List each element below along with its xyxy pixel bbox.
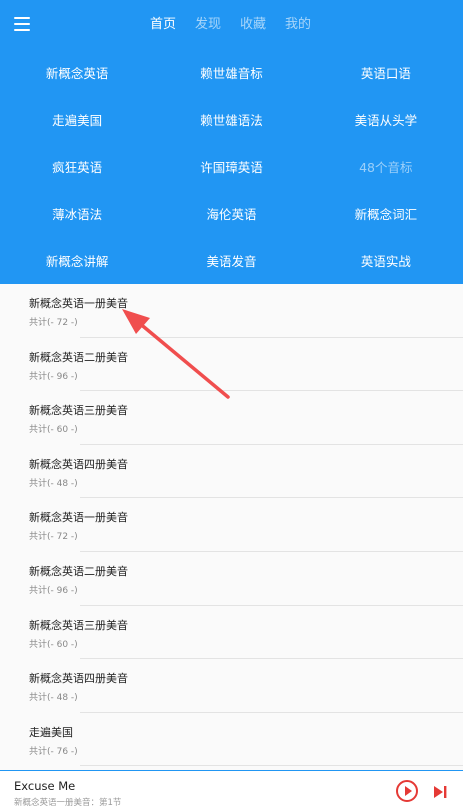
skip-next-icon [434,786,447,798]
category-item[interactable]: 赖世雄语法 [154,110,308,129]
list-item-title: 新概念英语四册美音 [29,457,128,471]
category-row: 疯狂英语 许国璋英语 48个音标 [0,143,463,190]
category-item[interactable]: 美语从头学 [309,110,463,129]
category-item[interactable]: 赖世雄音标 [154,63,308,82]
top-tabs: 首页 发现 收藏 我的 [150,16,330,36]
category-row: 新概念讲解 美语发音 英语实战 [0,237,463,284]
top-header: 首页 发现 收藏 我的 新概念英语 赖世雄音标 英语口语 走遍美国 赖世雄语法 … [0,0,463,284]
hamburger-menu-icon[interactable] [14,17,30,31]
category-item[interactable]: 新概念词汇 [309,204,463,223]
play-button[interactable] [396,780,418,802]
divider [80,765,463,767]
list-item-title: 新概念英语一册美音 [29,297,128,310]
list-item-count: 共计(- 96 -) [29,371,78,382]
player-track-title: Excuse Me [14,779,76,793]
category-item[interactable]: 许国璋英语 [154,157,308,176]
category-grid: 新概念英语 赖世雄音标 英语口语 走遍美国 赖世雄语法 美语从头学 疯狂英语 许… [0,49,463,284]
list-item-count: 共计(- 60 -) [29,425,78,436]
category-item[interactable]: 疯狂英语 [0,157,154,176]
tab-discover[interactable]: 发现 [195,16,221,36]
list-item[interactable]: 新概念英语三册美音 共计(- 60 -) [0,391,463,445]
tab-home[interactable]: 首页 [150,16,176,36]
next-button[interactable] [433,784,447,798]
category-item[interactable]: 英语口语 [309,63,463,82]
list-item[interactable]: 新概念英语四册美音 共计(- 48 -) [0,659,463,713]
list-item-count: 共计(- 76 -) [29,746,78,757]
category-item[interactable]: 薄冰语法 [0,204,154,223]
category-item[interactable]: 48个音标 [309,157,463,176]
list-item-title: 新概念英语二册美音 [29,564,128,578]
list-item[interactable]: 新概念英语三册美音 共计(- 60 -) [0,606,463,660]
list-item-count: 共计(- 48 -) [29,693,78,704]
list-item-count: 共计(- 48 -) [29,478,78,489]
list-item[interactable]: 新概念英语二册美音 共计(- 96 -) [0,338,463,392]
list-item-title: 新概念英语二册美音 [29,350,128,364]
list-item[interactable]: 走遍美国 共计(- 76 -) [0,713,463,767]
list-item-title: 走遍美国 [29,725,73,739]
player-track-subtitle: 新概念英语一册美音：第1节 [14,798,122,808]
tab-favorites[interactable]: 收藏 [240,16,266,36]
list-item[interactable]: 新概念英语二册美音 共计(- 96 -) [0,552,463,606]
list-item-count: 共计(- 72 -) [29,318,78,328]
mini-player[interactable]: Excuse Me 新概念英语一册美音：第1节 [0,770,463,810]
category-item[interactable]: 海伦英语 [154,204,308,223]
list-item[interactable]: 新概念英语一册美音 共计(- 72 -) [0,498,463,552]
course-list: 新概念英语一册美音 共计(- 72 -) 新概念英语二册美音 共计(- 96 -… [0,284,463,770]
list-item-title: 新概念英语三册美音 [29,404,128,418]
category-item[interactable]: 走遍美国 [0,110,154,129]
list-item-title: 新概念英语三册美音 [29,618,128,632]
category-item[interactable]: 美语发音 [154,251,308,270]
category-item[interactable]: 新概念英语 [0,63,154,82]
play-icon [405,786,412,796]
list-item-title: 新概念英语四册美音 [29,672,128,686]
tab-mine[interactable]: 我的 [285,16,311,36]
list-item-count: 共计(- 96 -) [29,585,78,596]
category-row: 走遍美国 赖世雄语法 美语从头学 [0,96,463,143]
category-row: 薄冰语法 海伦英语 新概念词汇 [0,190,463,237]
list-item-title: 新概念英语一册美音 [29,511,128,525]
category-row: 新概念英语 赖世雄音标 英语口语 [0,49,463,96]
list-item[interactable]: 新概念英语四册美音 共计(- 48 -) [0,445,463,499]
list-item[interactable]: 新概念英语一册美音 共计(- 72 -) [0,284,463,338]
category-item[interactable]: 新概念讲解 [0,251,154,270]
list-item-count: 共计(- 72 -) [29,532,78,543]
list-item-count: 共计(- 60 -) [29,639,78,650]
category-item[interactable]: 英语实战 [309,251,463,270]
